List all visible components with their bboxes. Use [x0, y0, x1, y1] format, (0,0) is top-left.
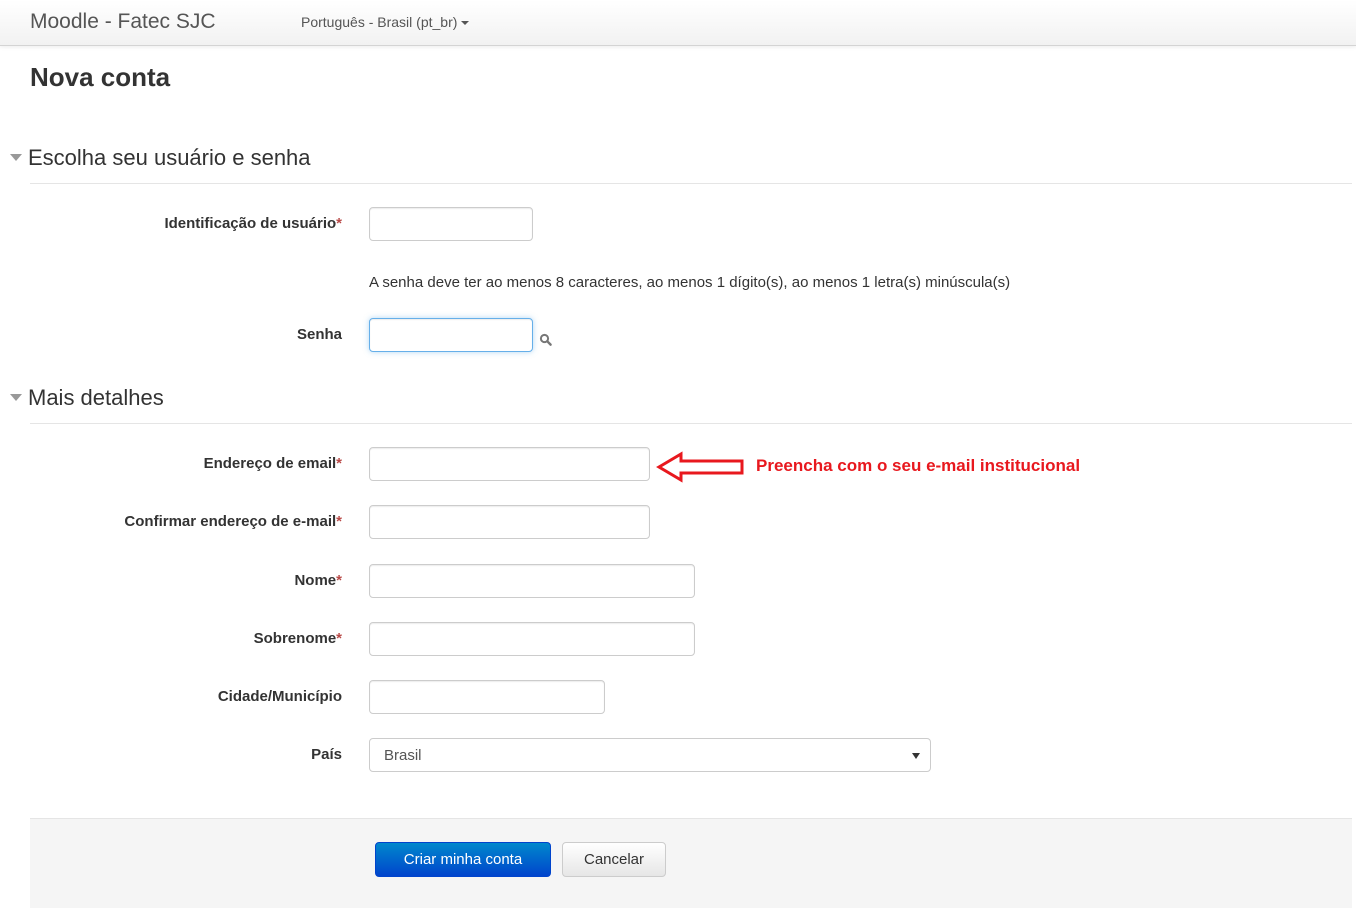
country-selected-value: Brasil [384, 747, 422, 764]
create-account-button[interactable]: Criar minha conta [375, 842, 551, 877]
firstname-label: Nome* [294, 572, 342, 589]
section-legend-credentials: Escolha seu usuário e senha [28, 145, 311, 170]
city-input[interactable] [369, 680, 605, 714]
left-arrow-icon [656, 451, 744, 483]
city-label: Cidade/Município [217, 688, 342, 705]
collapse-triangle-icon [10, 393, 22, 401]
password-input[interactable] [369, 318, 533, 352]
username-input[interactable] [369, 207, 533, 241]
email-input[interactable] [369, 447, 650, 481]
username-label-text: Identificação de usuário [164, 215, 337, 232]
country-select[interactable]: Brasil [369, 738, 931, 772]
dropdown-arrow-icon [912, 753, 920, 759]
page-title: Nova conta [30, 62, 171, 92]
form-actions-bar [30, 818, 1352, 908]
email-label-text: Endereço de email [203, 455, 337, 472]
password-label: Senha [296, 326, 342, 343]
required-marker: * [336, 215, 342, 232]
country-label: País [311, 746, 342, 763]
section-toggle-credentials[interactable]: Escolha seu usuário e senha [10, 145, 311, 171]
email-confirm-input[interactable] [369, 505, 650, 539]
lastname-label-text: Sobrenome [253, 630, 337, 647]
required-marker: * [336, 455, 342, 472]
top-navbar: Moodle - Fatec SJC Português - Brasil (p… [0, 0, 1356, 46]
email-confirm-label: Confirmar endereço de e-mail* [124, 513, 342, 530]
language-label: Português - Brasil (pt_br) [301, 14, 458, 30]
password-policy-text: A senha deve ter ao menos 8 caracteres, … [369, 274, 1011, 291]
username-label: Identificação de usuário* [164, 215, 342, 232]
caret-down-icon [461, 21, 470, 26]
section-toggle-details[interactable]: Mais detalhes [10, 385, 164, 411]
required-marker: * [336, 513, 342, 530]
section-legend-details: Mais detalhes [28, 385, 164, 410]
email-label: Endereço de email* [204, 455, 342, 472]
email-annotation: Preencha com o seu e-mail institucional [756, 456, 1081, 475]
firstname-input[interactable] [369, 564, 695, 598]
required-marker: * [336, 572, 342, 589]
email-confirm-label-text: Confirmar endereço de e-mail [124, 513, 337, 530]
section-divider [30, 183, 1352, 184]
site-brand-link[interactable]: Moodle - Fatec SJC [30, 10, 216, 34]
lastname-label: Sobrenome* [254, 630, 342, 647]
collapse-triangle-icon [10, 153, 22, 161]
required-marker: * [336, 630, 342, 647]
section-divider [30, 423, 1352, 424]
language-menu[interactable]: Português - Brasil (pt_br) [301, 14, 470, 30]
magnifier-icon[interactable] [538, 332, 554, 348]
firstname-label-text: Nome [294, 572, 337, 589]
lastname-input[interactable] [369, 622, 695, 656]
cancel-button[interactable]: Cancelar [562, 842, 666, 877]
